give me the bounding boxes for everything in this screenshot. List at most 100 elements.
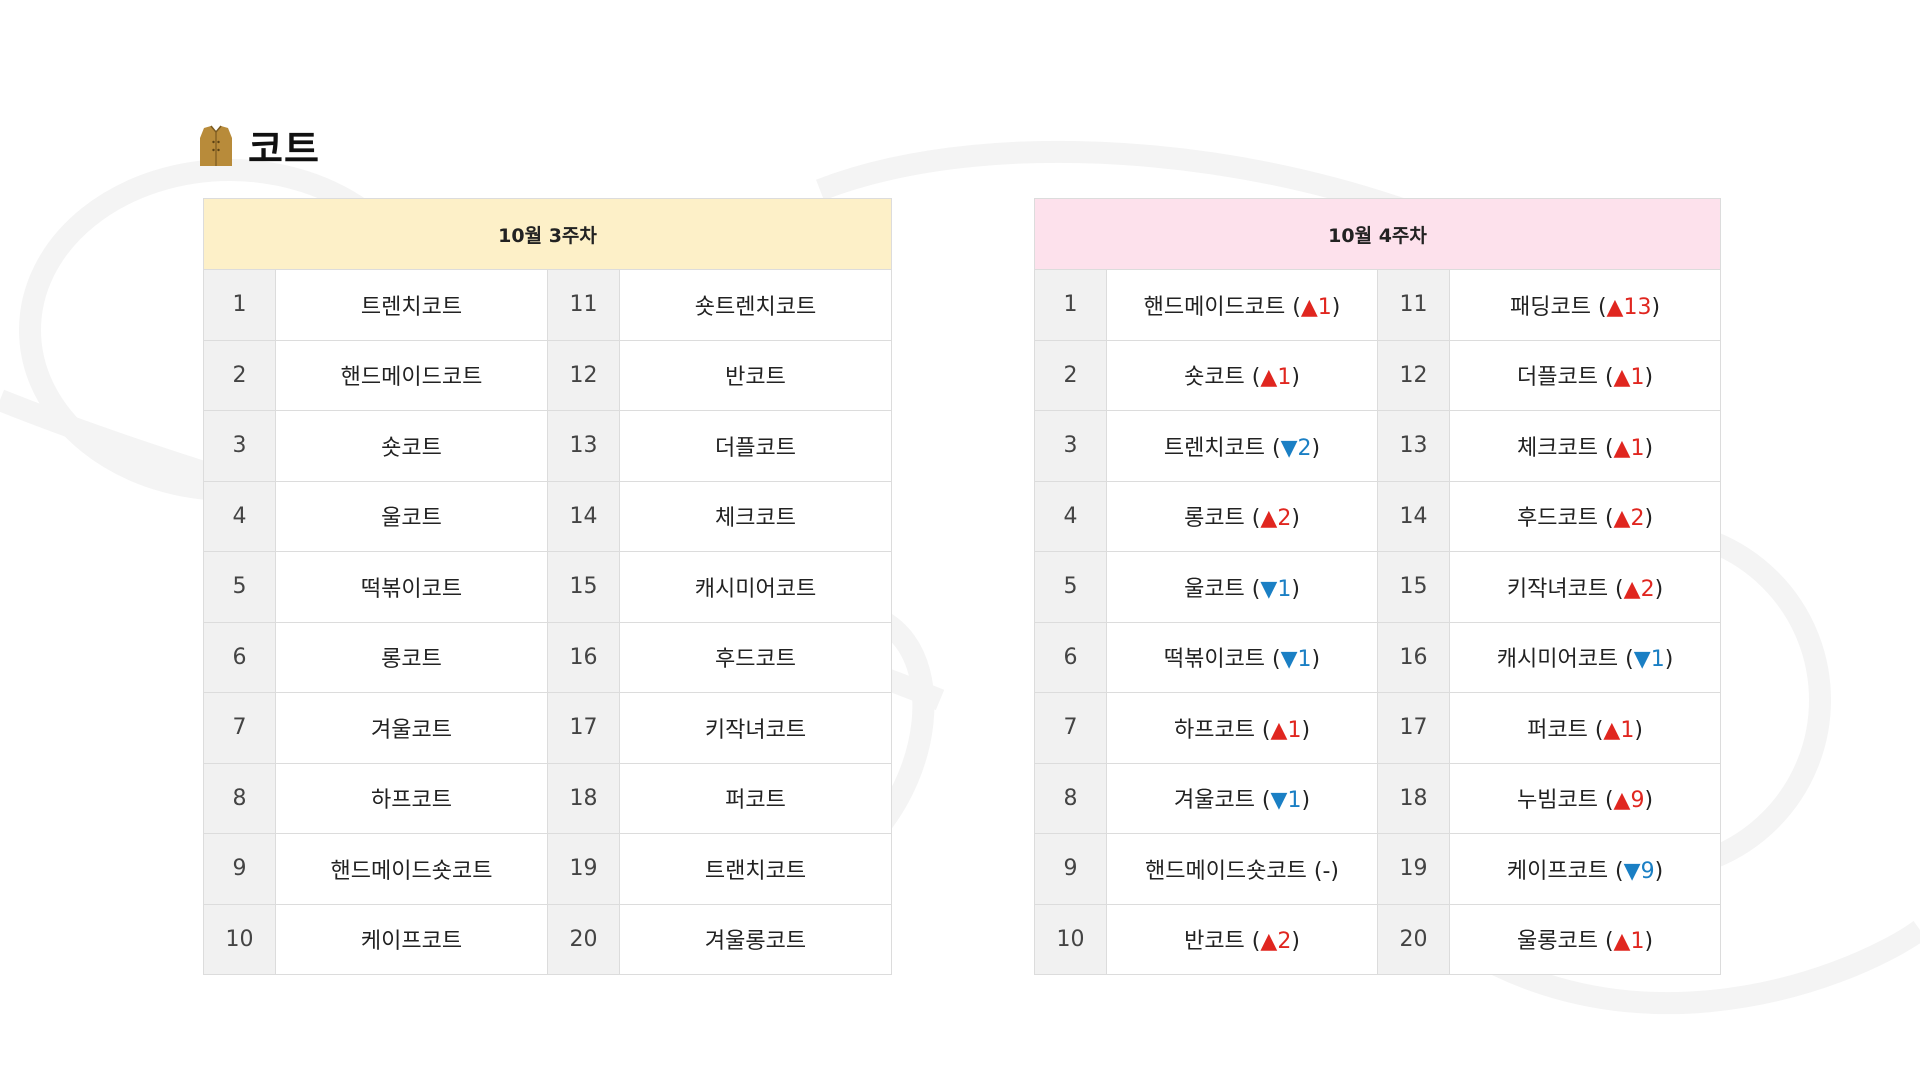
rank-change: ▲1 bbox=[1301, 295, 1332, 320]
up-arrow-icon: ▲ bbox=[1613, 435, 1631, 461]
item-name: 후드코트 bbox=[1516, 506, 1598, 532]
rank-change-value: 2 bbox=[1277, 929, 1292, 955]
rank-number: 18 bbox=[547, 762, 620, 834]
item-name-cell: 후드코트 (▲2) bbox=[1448, 480, 1722, 552]
item-name-cell: 겨울코트 (▼1) bbox=[1106, 762, 1378, 834]
rank-change-value: 2 bbox=[1640, 576, 1655, 602]
item-name: 트랜치코트 bbox=[618, 833, 893, 905]
item-name-cell: 반코트 (▲2) bbox=[1106, 903, 1378, 975]
rank-change: ▲1 bbox=[1614, 436, 1645, 461]
item-name: 핸드메이드숏코트 bbox=[1144, 858, 1307, 884]
rank-number: 19 bbox=[547, 833, 620, 905]
rank-change-value: 1 bbox=[1650, 647, 1665, 673]
rank-number: 17 bbox=[1377, 692, 1450, 764]
item-name: 누빔코트 bbox=[1516, 788, 1598, 814]
rank-number: 8 bbox=[203, 762, 276, 834]
item-name: 반코트 bbox=[618, 339, 893, 411]
item-name: 더플코트 bbox=[1516, 365, 1598, 391]
up-arrow-icon: ▲ bbox=[1603, 717, 1621, 743]
item-name: 하프코트 bbox=[1173, 717, 1255, 743]
item-name-cell: 롱코트 (▲2) bbox=[1106, 480, 1378, 552]
table-row: 2 숏코트 (▲1) 12 더플코트 (▲1) bbox=[1034, 339, 1722, 411]
table-row: 1 핸드메이드코트 (▲1) 11 패딩코트 (▲13) bbox=[1034, 269, 1722, 341]
item-name: 체크코트 bbox=[1516, 435, 1598, 461]
rank-change-value: 2 bbox=[1277, 506, 1292, 532]
rank-number: 15 bbox=[547, 551, 620, 623]
table-row: 5 떡볶이코트 15 캐시미어코트 bbox=[203, 551, 893, 623]
rank-change-value: 1 bbox=[1630, 365, 1645, 391]
up-arrow-icon: ▲ bbox=[1606, 294, 1624, 320]
up-arrow-icon: ▲ bbox=[1260, 365, 1278, 391]
item-name-cell: 울롱코트 (▲1) bbox=[1448, 903, 1722, 975]
item-name: 트렌치코트 bbox=[1163, 435, 1266, 461]
rank-change-value: 1 bbox=[1277, 365, 1292, 391]
item-name-cell: 핸드메이드숏코트 (-) bbox=[1106, 833, 1378, 905]
rank-number: 8 bbox=[1034, 762, 1107, 834]
rank-number: 9 bbox=[1034, 833, 1107, 905]
rank-number: 20 bbox=[547, 903, 620, 975]
rank-number: 2 bbox=[1034, 339, 1107, 411]
rank-change-value: 1 bbox=[1287, 717, 1302, 743]
up-arrow-icon: ▲ bbox=[1300, 294, 1318, 320]
rank-number: 16 bbox=[547, 621, 620, 693]
item-name: 반코트 bbox=[1184, 929, 1245, 955]
rank-number: 12 bbox=[547, 339, 620, 411]
rank-change-value: 1 bbox=[1317, 294, 1332, 320]
rank-number: 20 bbox=[1377, 903, 1450, 975]
rank-change-value: 1 bbox=[1620, 717, 1635, 743]
item-name: 패딩코트 bbox=[1509, 294, 1591, 320]
item-name: 롱코트 bbox=[275, 621, 548, 693]
rank-number: 6 bbox=[203, 621, 276, 693]
week3-header: 10월 3주차 bbox=[202, 198, 893, 270]
rank-change: ▼1 bbox=[1260, 577, 1291, 602]
rank-number: 5 bbox=[203, 551, 276, 623]
up-arrow-icon: ▲ bbox=[1260, 929, 1278, 955]
rank-number: 14 bbox=[1377, 480, 1450, 552]
rank-change: ▼1 bbox=[1634, 647, 1665, 672]
rank-number: 15 bbox=[1377, 551, 1450, 623]
rank-change-value: 13 bbox=[1623, 294, 1652, 320]
rank-number: 6 bbox=[1034, 621, 1107, 693]
table-row: 6 롱코트 16 후드코트 bbox=[203, 621, 893, 693]
item-name: 떡볶이코트 bbox=[1163, 647, 1266, 673]
item-name: 울롱코트 bbox=[1516, 929, 1598, 955]
item-name: 겨울롱코트 bbox=[618, 903, 893, 975]
down-arrow-icon: ▼ bbox=[1633, 647, 1651, 673]
rank-change: ▼1 bbox=[1281, 647, 1312, 672]
table-row: 3 숏코트 13 더플코트 bbox=[203, 410, 893, 482]
table-row: 8 겨울코트 (▼1) 18 누빔코트 (▲9) bbox=[1034, 762, 1722, 834]
up-arrow-icon: ▲ bbox=[1613, 788, 1631, 814]
item-name: 숏코트 bbox=[1184, 365, 1245, 391]
rank-number: 17 bbox=[547, 692, 620, 764]
rank-number: 19 bbox=[1377, 833, 1450, 905]
item-name: 케이프코트 bbox=[275, 903, 548, 975]
item-name: 핸드메이드숏코트 bbox=[275, 833, 548, 905]
rank-change: ▲1 bbox=[1603, 718, 1634, 743]
table-row: 7 하프코트 (▲1) 17 퍼코트 (▲1) bbox=[1034, 692, 1722, 764]
up-arrow-icon: ▲ bbox=[1613, 929, 1631, 955]
rank-number: 3 bbox=[1034, 410, 1107, 482]
item-name-cell: 핸드메이드코트 (▲1) bbox=[1106, 269, 1378, 341]
down-arrow-icon: ▼ bbox=[1280, 435, 1298, 461]
rank-change: ▼2 bbox=[1281, 436, 1312, 461]
item-name-cell: 누빔코트 (▲9) bbox=[1448, 762, 1722, 834]
down-arrow-icon: ▼ bbox=[1260, 576, 1278, 602]
rank-number: 9 bbox=[203, 833, 276, 905]
item-name: 더플코트 bbox=[618, 410, 893, 482]
rank-number: 18 bbox=[1377, 762, 1450, 834]
down-arrow-icon: ▼ bbox=[1280, 647, 1298, 673]
item-name: 퍼코트 bbox=[1527, 717, 1588, 743]
item-name: 울코트 bbox=[1184, 576, 1245, 602]
rank-change: ▲2 bbox=[1624, 577, 1655, 602]
section-header: 코트 bbox=[198, 118, 320, 173]
item-name-cell: 하프코트 (▲1) bbox=[1106, 692, 1378, 764]
rank-change: ▲1 bbox=[1614, 929, 1645, 954]
item-name: 롱코트 bbox=[1184, 506, 1245, 532]
table-row: 10 케이프코트 20 겨울롱코트 bbox=[203, 903, 893, 975]
rank-change-value: 1 bbox=[1287, 788, 1302, 814]
rank-change: - bbox=[1322, 859, 1330, 884]
up-arrow-icon: ▲ bbox=[1613, 365, 1631, 391]
item-name: 핸드메이드코트 bbox=[1143, 294, 1286, 320]
rank-number: 13 bbox=[1377, 410, 1450, 482]
rank-number: 14 bbox=[547, 480, 620, 552]
